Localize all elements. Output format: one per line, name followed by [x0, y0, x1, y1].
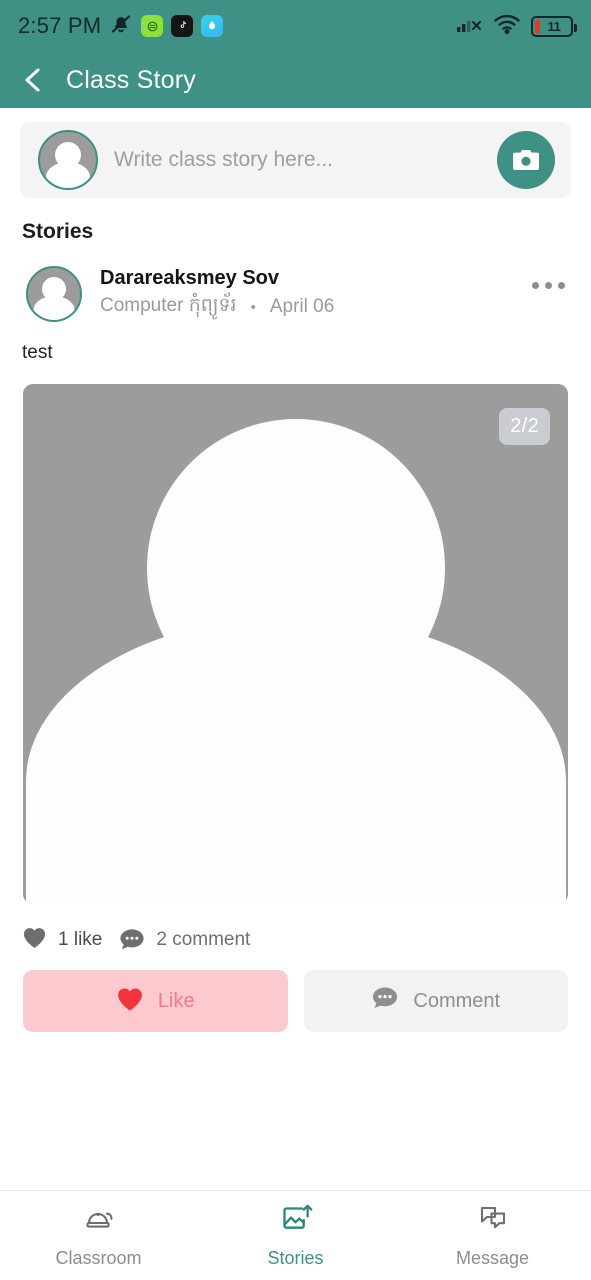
- back-chevron-icon[interactable]: [20, 65, 46, 95]
- avatar: [38, 130, 98, 190]
- scroll-content: Write class story here... Stories Darare…: [0, 108, 591, 1190]
- media-counter: 2/2: [499, 408, 550, 445]
- like-button-label: Like: [157, 989, 195, 1012]
- post-actions: Like Comment: [0, 954, 591, 1032]
- meta-separator: •: [250, 298, 256, 316]
- comment-bubble-icon: [119, 928, 145, 952]
- comment-count: 2 comment: [156, 929, 251, 950]
- post-text: test: [22, 342, 53, 363]
- post-meta: Computer កុំព្យូទ័រ • April 06: [100, 293, 510, 321]
- media-watermark: dreamstime: [153, 707, 438, 758]
- post-media[interactable]: dreamstime 2/2: [23, 384, 568, 904]
- app-icon-green: [141, 15, 164, 37]
- wifi-icon: [493, 13, 521, 39]
- post-counts: 1 like 2 comment: [0, 904, 591, 954]
- page-title: Class Story: [66, 65, 197, 94]
- battery-level: 11: [547, 18, 561, 34]
- image-upload-icon: [279, 1202, 313, 1239]
- post-class-name: Computer កុំព្យូទ័រ: [100, 295, 237, 316]
- status-bar-left: 2:57 PM: [18, 12, 224, 41]
- camera-button[interactable]: [497, 131, 555, 189]
- signal-no-sim-icon: [457, 14, 483, 39]
- more-options-icon[interactable]: [528, 272, 569, 299]
- like-button[interactable]: Like: [23, 970, 288, 1032]
- story-composer-input[interactable]: Write class story here...: [114, 148, 481, 172]
- avatar: [26, 266, 82, 322]
- battery-icon: 11: [531, 15, 577, 37]
- status-bar-clock: 2:57 PM: [18, 13, 102, 38]
- comment-bubble-icon: [371, 986, 399, 1016]
- chat-bubbles-icon: [476, 1202, 510, 1239]
- app-screen: 2:57 PM 11 Class Story Write class story…: [0, 0, 591, 1280]
- nav-label-message: Message: [455, 1248, 530, 1268]
- nav-item-stories[interactable]: Stories: [197, 1202, 394, 1269]
- status-bar: 2:57 PM 11: [0, 0, 591, 52]
- bell-muted-icon: [109, 12, 133, 41]
- app-bar: Class Story: [0, 52, 591, 108]
- nav-label-stories: Stories: [267, 1248, 324, 1268]
- placeholder-avatar-body: [25, 616, 566, 904]
- status-bar-right: 11: [457, 13, 577, 39]
- heart-icon: [22, 926, 47, 954]
- comment-button-label: Comment: [413, 989, 501, 1012]
- nav-label-classroom: Classroom: [55, 1248, 142, 1268]
- nav-item-message[interactable]: Message: [394, 1202, 591, 1269]
- school-bell-icon: [82, 1202, 116, 1239]
- app-icon-blue: [201, 15, 224, 37]
- post-date: April 06: [269, 296, 335, 317]
- bottom-navigation: Classroom Stories Message: [0, 1190, 591, 1280]
- post-author-name: Darareaksmey Sov: [100, 267, 280, 289]
- nav-item-classroom[interactable]: Classroom: [0, 1202, 197, 1269]
- app-icon-tiktok: [171, 15, 194, 37]
- like-count: 1 like: [58, 929, 103, 950]
- post-header: Darareaksmey Sov Computer កុំព្យូទ័រ • A…: [0, 244, 591, 322]
- post-author-block: Darareaksmey Sov Computer កុំព្យូទ័រ • A…: [100, 267, 510, 321]
- section-heading: Stories: [22, 220, 94, 243]
- comment-button[interactable]: Comment: [303, 970, 568, 1032]
- story-composer[interactable]: Write class story here...: [20, 122, 571, 198]
- heart-filled-icon: [116, 986, 144, 1017]
